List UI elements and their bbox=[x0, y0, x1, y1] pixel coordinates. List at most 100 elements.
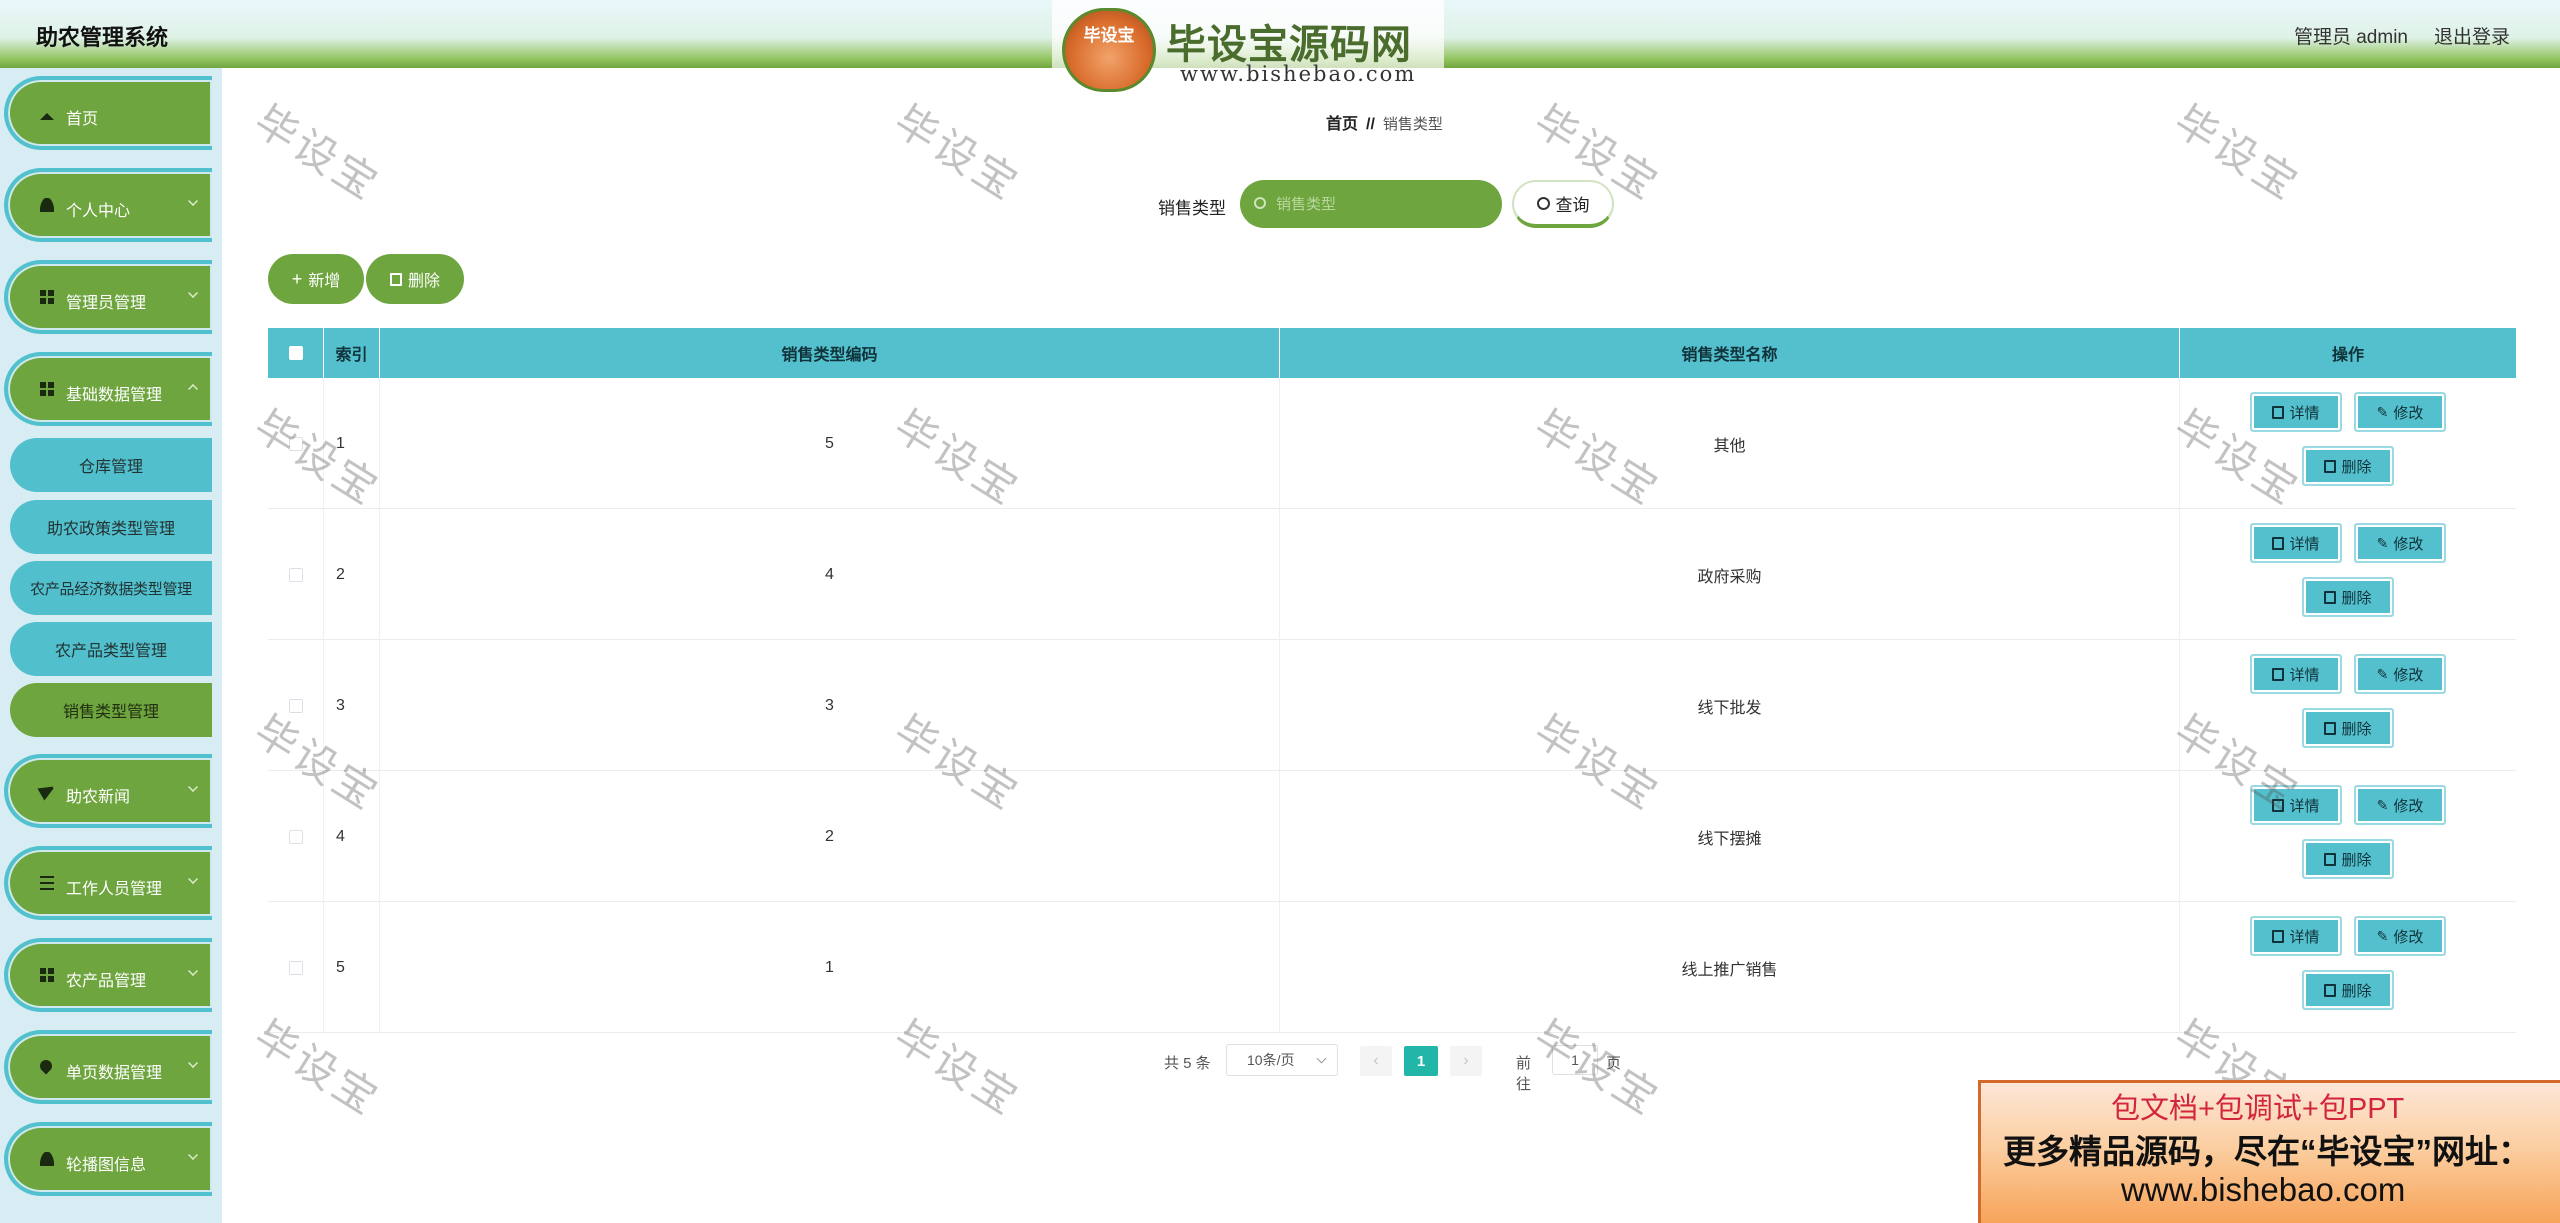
detail-button[interactable]: 详情 bbox=[2250, 392, 2342, 432]
ad-line-2: 更多精品源码，尽在“毕设宝”网址： bbox=[2003, 1133, 2531, 1170]
row-code: 5 bbox=[380, 378, 1280, 509]
row-checkbox[interactable] bbox=[288, 698, 303, 713]
list-icon bbox=[40, 876, 54, 890]
row-select-cell bbox=[268, 902, 324, 1033]
edit-icon: ✎ bbox=[2376, 534, 2389, 551]
row-checkbox[interactable] bbox=[288, 567, 303, 582]
document-icon bbox=[2272, 929, 2285, 943]
sidebar-item-home[interactable]: 首页 bbox=[4, 76, 212, 150]
row-checkbox[interactable] bbox=[288, 960, 303, 975]
detail-button[interactable]: 详情 bbox=[2250, 523, 2342, 563]
sidebar-item-profile[interactable]: 个人中心 bbox=[4, 168, 212, 242]
delete-button[interactable]: 删除 bbox=[2302, 708, 2394, 748]
row-select-cell bbox=[268, 640, 324, 771]
row-name: 其他 bbox=[1280, 378, 2180, 509]
row-checkbox[interactable] bbox=[288, 436, 303, 451]
sidebar-item-admin[interactable]: 管理员管理 bbox=[4, 260, 212, 334]
document-icon bbox=[2272, 667, 2285, 681]
sidebar-item-products[interactable]: 农产品管理 bbox=[4, 938, 212, 1012]
sidebar-item-base-data[interactable]: 基础数据管理 bbox=[4, 352, 212, 426]
detail-button[interactable]: 详情 bbox=[2250, 916, 2342, 956]
row-index: 4 bbox=[324, 771, 380, 902]
header-index: 索引 bbox=[324, 328, 380, 378]
page-size-select[interactable]: 10条/页 bbox=[1226, 1044, 1338, 1076]
row-code: 1 bbox=[380, 902, 1280, 1033]
row-checkbox[interactable] bbox=[288, 829, 303, 844]
send-icon bbox=[37, 781, 57, 801]
delete-button[interactable]: 删除 bbox=[2302, 970, 2394, 1010]
sidebar-sub-warehouse[interactable]: 仓库管理 bbox=[10, 438, 212, 492]
chevron-down-icon bbox=[188, 196, 198, 206]
sidebar-sub-policy-type[interactable]: 助农政策类型管理 bbox=[10, 500, 212, 554]
edit-icon: ✎ bbox=[2376, 927, 2389, 944]
chevron-up-icon bbox=[188, 384, 198, 394]
admin-user-label[interactable]: 管理员 admin bbox=[2294, 22, 2408, 49]
search-label: 销售类型 bbox=[1158, 199, 1226, 218]
delete-button[interactable]: 删除 bbox=[2302, 577, 2394, 617]
breadcrumb-current: 销售类型 bbox=[1382, 116, 1443, 133]
page-number-current[interactable]: 1 bbox=[1404, 1046, 1438, 1076]
pagination-total: 共 5 条 bbox=[1164, 1055, 1211, 1072]
edit-button[interactable]: ✎ 修改 bbox=[2354, 785, 2446, 825]
sidebar-item-carousel[interactable]: 轮播图信息 bbox=[4, 1122, 212, 1196]
breadcrumb-home[interactable]: 首页 bbox=[1326, 116, 1358, 133]
search-field bbox=[1240, 180, 1502, 228]
chevron-down-icon bbox=[1316, 1053, 1327, 1064]
table-header: 索引 销售类型编码 销售类型名称 操作 bbox=[268, 328, 2516, 378]
trash-icon bbox=[389, 272, 402, 286]
row-select-cell bbox=[268, 378, 324, 509]
chevron-down-icon bbox=[188, 966, 198, 976]
sidebar-item-single-page[interactable]: 单页数据管理 bbox=[4, 1030, 212, 1104]
plus-icon: + bbox=[291, 268, 303, 289]
row-ops: 详情 ✎ 修改 删除 bbox=[2180, 902, 2516, 1033]
trash-icon bbox=[2324, 721, 2337, 735]
row-code: 2 bbox=[380, 771, 1280, 902]
row-index: 3 bbox=[324, 640, 380, 771]
batch-delete-button[interactable]: 删除 bbox=[366, 254, 464, 304]
ad-banner[interactable]: 包文档+包调试+包PPT 更多精品源码，尽在“毕设宝”网址： www.bishe… bbox=[1978, 1080, 2560, 1223]
prev-page-button[interactable]: ‹ bbox=[1360, 1046, 1392, 1076]
row-ops: 详情 ✎ 修改 删除 bbox=[2180, 640, 2516, 771]
sidebar-sub-sales-type[interactable]: 销售类型管理 bbox=[10, 683, 212, 737]
logout-link[interactable]: 退出登录 bbox=[2434, 22, 2510, 49]
detail-button[interactable]: 详情 bbox=[2250, 785, 2342, 825]
goto-page-suffix: 页 bbox=[1606, 1055, 1622, 1072]
watermark-text: 毕设宝 bbox=[245, 95, 389, 211]
sidebar-sub-product-type[interactable]: 农产品类型管理 bbox=[10, 622, 212, 676]
sidebar-item-news[interactable]: 助农新闻 bbox=[4, 754, 212, 828]
sidebar-sub-econ-type[interactable]: 农产品经济数据类型管理 bbox=[10, 561, 212, 615]
add-button[interactable]: + 新增 bbox=[268, 254, 364, 304]
sales-type-search-input[interactable] bbox=[1274, 180, 1494, 228]
next-page-button[interactable]: › bbox=[1450, 1046, 1482, 1076]
row-index: 1 bbox=[324, 378, 380, 509]
edit-button[interactable]: ✎ 修改 bbox=[2354, 523, 2446, 563]
user-icon bbox=[40, 198, 54, 212]
detail-button[interactable]: 详情 bbox=[2250, 654, 2342, 694]
row-name: 线下摆摊 bbox=[1280, 771, 2180, 902]
edit-button[interactable]: ✎ 修改 bbox=[2354, 654, 2446, 694]
trash-icon bbox=[2324, 983, 2337, 997]
edit-button[interactable]: ✎ 修改 bbox=[2354, 916, 2446, 956]
trash-icon bbox=[2324, 590, 2337, 604]
logo-url: www.bishebao.com bbox=[1180, 62, 1417, 86]
edit-button[interactable]: ✎ 修改 bbox=[2354, 392, 2446, 432]
row-name: 线上推广销售 bbox=[1280, 902, 2180, 1033]
row-select-cell bbox=[268, 509, 324, 640]
row-ops: 详情 ✎ 修改 删除 bbox=[2180, 509, 2516, 640]
delete-button[interactable]: 删除 bbox=[2302, 446, 2394, 486]
row-name: 政府采购 bbox=[1280, 509, 2180, 640]
edit-icon: ✎ bbox=[2376, 665, 2389, 682]
sidebar-item-staff[interactable]: 工作人员管理 bbox=[4, 846, 212, 920]
grid-icon bbox=[40, 290, 54, 304]
ad-line-3: www.bishebao.com bbox=[2121, 1171, 2406, 1208]
header-name: 销售类型名称 bbox=[1280, 328, 2180, 378]
row-code: 4 bbox=[380, 509, 1280, 640]
breadcrumb: 首页 // 销售类型 bbox=[1326, 110, 1443, 134]
goto-page-input[interactable]: 1 bbox=[1552, 1045, 1598, 1075]
row-index: 5 bbox=[324, 902, 380, 1033]
select-all-checkbox[interactable] bbox=[288, 346, 303, 360]
row-ops: 详情 ✎ 修改 删除 bbox=[2180, 378, 2516, 509]
app-title: 助农管理系统 bbox=[36, 25, 169, 50]
delete-button[interactable]: 删除 bbox=[2302, 839, 2394, 879]
query-button[interactable]: 查询 bbox=[1512, 180, 1614, 228]
